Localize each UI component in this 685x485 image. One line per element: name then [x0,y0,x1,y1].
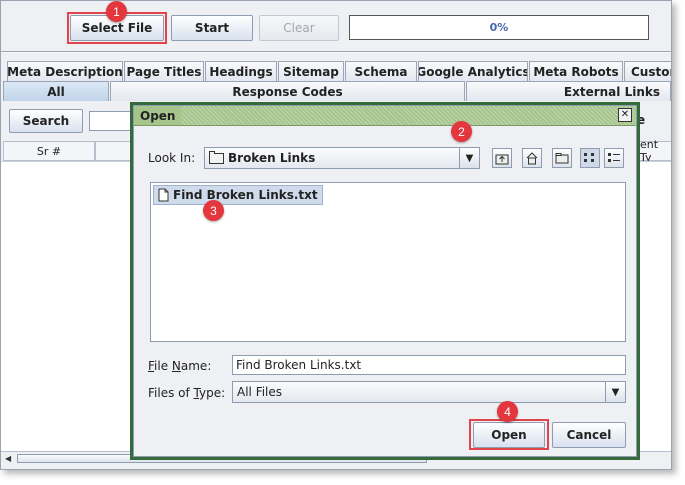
look-in-combo[interactable]: Broken Links ▼ [204,147,480,169]
cancel-button[interactable]: Cancel [552,422,626,448]
dropdown-arrow-icon[interactable]: ▼ [459,148,479,168]
search-input[interactable] [89,111,134,131]
column-header-blank[interactable] [95,141,135,161]
step-badge-4: 4 [497,401,518,422]
folder-icon [209,150,224,164]
tab-page-titles[interactable]: Page Titles [124,61,204,81]
tab-sitemap[interactable]: Sitemap [278,61,344,81]
look-in-label: Look In: [148,151,196,165]
tab-row-secondary: All Response Codes External Links [1,81,671,101]
open-button-highlight [469,419,549,450]
new-folder-icon[interactable] [552,148,572,168]
file-list-item[interactable]: Find Broken Links.txt [153,185,323,205]
dialog-titlebar[interactable]: Open ✕ [134,106,636,126]
dialog-title: Open [134,106,182,125]
step-badge-1: 1 [106,1,127,22]
tab-external-links[interactable]: External Links [466,81,671,101]
close-icon[interactable]: ✕ [618,108,632,122]
clear-button[interactable]: Clear [259,15,339,41]
files-of-type-value: All Files [237,385,283,399]
tab-meta-robots[interactable]: Meta Robots [529,61,623,81]
column-header-sr[interactable]: Sr # [3,141,95,161]
file-name-field[interactable]: Find Broken Links.txt [232,355,626,375]
tab-google-analytics[interactable]: Google Analytics [418,61,528,81]
home-icon[interactable] [522,148,542,168]
toolbar-separator [1,51,671,53]
tab-meta-description[interactable]: Meta Description [7,61,123,81]
tab-response-codes[interactable]: Response Codes [110,81,465,101]
step-badge-3: 3 [203,200,224,221]
scroll-left-arrow-icon[interactable]: ◀ [5,454,11,463]
start-button[interactable]: Start [171,15,253,41]
column-header-content-type[interactable]: ent Ty [637,138,671,164]
list-view-icon[interactable] [580,148,600,168]
open-dialog: Open ✕ Look In: Broken Links ▼ Find Brok… [133,105,637,457]
tab-custom[interactable]: Custom [624,61,671,81]
file-icon [158,188,169,202]
step-badge-2: 2 [451,121,472,142]
tab-row-primary: Meta Description Page Titles Headings Si… [1,61,671,81]
tab-all[interactable]: All [3,81,109,101]
details-view-icon[interactable] [604,148,624,168]
file-name-label: File Name: [148,359,212,373]
progress-bar: 0% [349,15,649,40]
tab-schema[interactable]: Schema [345,61,417,81]
tab-headings[interactable]: Headings [205,61,277,81]
open-dialog-frame: Open ✕ Look In: Broken Links ▼ Find Brok… [130,102,640,460]
file-name-text: Find Broken Links.txt [173,188,318,202]
up-one-level-icon[interactable] [492,148,512,168]
files-of-type-label: Files of Type: [148,386,226,400]
files-of-type-combo[interactable]: All Files ▼ [232,381,626,403]
search-button[interactable]: Search [9,109,83,133]
dropdown-arrow-icon[interactable]: ▼ [605,382,625,402]
look-in-value: Broken Links [228,151,316,165]
